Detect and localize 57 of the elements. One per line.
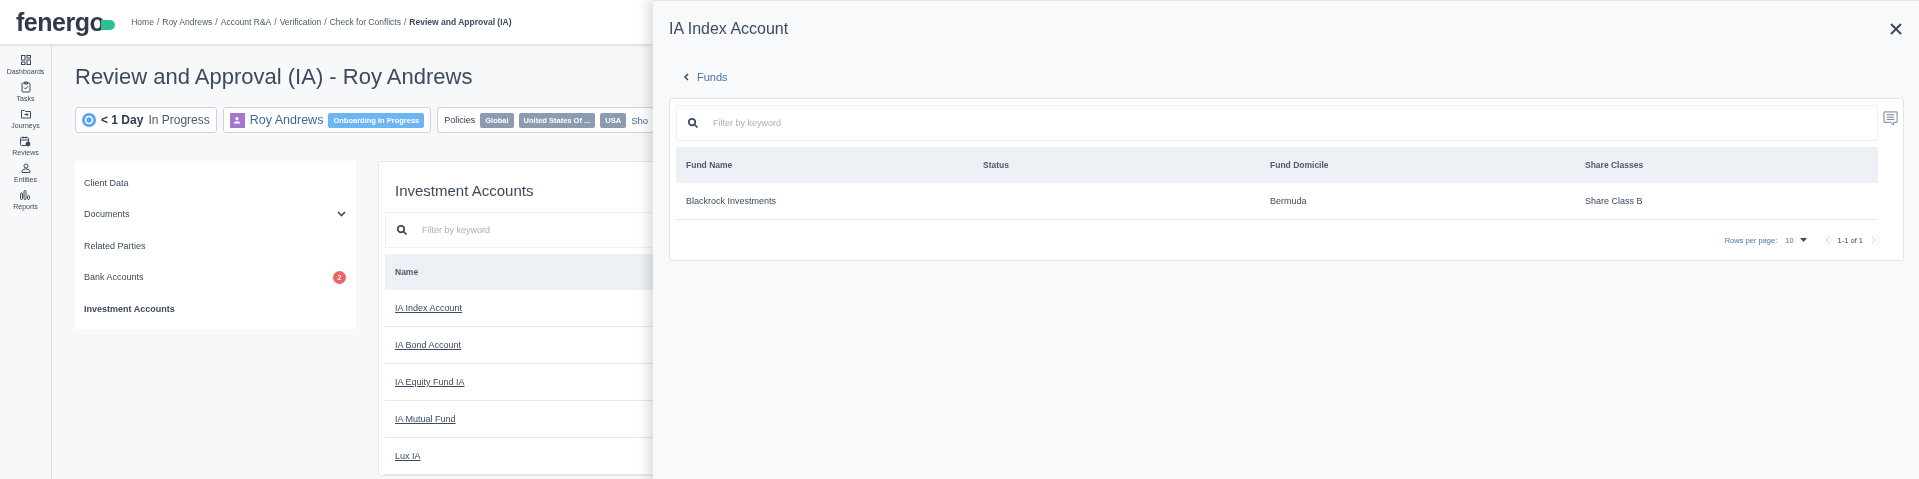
account-link[interactable]: IA Bond Account [395, 340, 462, 350]
account-link[interactable]: IA Index Account [395, 303, 463, 313]
person-icon [19, 162, 32, 174]
breadcrumb-separator: / [403, 17, 407, 27]
menu-item[interactable]: Client Data [75, 167, 356, 199]
breadcrumb-separator: / [274, 17, 277, 27]
account-link[interactable]: IA Equity Fund IA [395, 377, 465, 387]
search-input[interactable]: Filter by keyword [420, 224, 653, 236]
breadcrumb-link[interactable]: Verification [279, 17, 322, 27]
drawer-title: IA Index Account [669, 19, 789, 38]
column-header: Share Classes [1584, 160, 1645, 170]
menu-item[interactable]: Related Parties [75, 230, 356, 262]
column-header: Status [982, 160, 1010, 170]
account-link[interactable]: IA Mutual Fund [395, 414, 456, 424]
status-text: In Progress [148, 113, 210, 127]
column-header: Fund Name [685, 160, 734, 170]
breadcrumb-current: Review and Approval (IA) [409, 17, 512, 27]
calendar-icon [19, 135, 32, 147]
logo[interactable]: fenergo [16, 7, 116, 37]
search-field[interactable]: Filter by keyword [385, 212, 653, 248]
progress-ring-icon [82, 113, 96, 127]
policies-label: Policies [444, 115, 476, 125]
section-title: Funds [697, 71, 728, 83]
back-button[interactable] [683, 73, 689, 81]
bar-chart-icon [19, 189, 32, 201]
table-cell-text: Blackrock Investments [685, 196, 778, 206]
avatar-icon [229, 112, 245, 128]
breadcrumb-link[interactable]: Home [131, 17, 154, 27]
table-cell-text: Share Class B [1584, 196, 1644, 206]
breadcrumb-separator: / [215, 17, 218, 27]
search-icon [396, 224, 408, 236]
menu-item[interactable]: Investment Accounts [75, 293, 356, 325]
clipboard-check-icon [19, 81, 32, 93]
search-field[interactable]: Filter by keyword [676, 105, 1878, 141]
column-header: Name [394, 267, 420, 277]
menu-item[interactable]: Documents [75, 198, 356, 230]
folder-icon [19, 108, 32, 120]
breadcrumb-separator: / [156, 17, 160, 27]
show-more-link[interactable]: Sho [631, 114, 649, 126]
breadcrumb-link[interactable]: Roy Andrews [162, 17, 213, 27]
close-button[interactable] [1890, 22, 1902, 35]
breadcrumb-separator: / [324, 17, 327, 27]
caret-icon [1799, 238, 1807, 242]
card-title: Investment Accounts [394, 181, 535, 201]
previous-page-button[interactable] [1824, 236, 1830, 244]
next-page-button[interactable] [1871, 236, 1876, 244]
account-link[interactable]: Lux IA [395, 451, 421, 461]
search-input[interactable]: Filter by keyword [711, 117, 1877, 129]
column-header: Fund Domicile [1269, 160, 1330, 170]
client-name[interactable]: Roy Andrews [249, 113, 324, 127]
table-cell-text: Bermuda [1269, 196, 1308, 206]
grid-icon [19, 54, 32, 66]
search-icon [687, 117, 699, 129]
duration-text: < 1 Day [101, 113, 144, 127]
breadcrumb-link[interactable]: Account R&A [220, 17, 272, 27]
page-title: Review and Approval (IA) - Roy Andrews [75, 64, 474, 90]
breadcrumb-link[interactable]: Check for Conflicts [329, 17, 401, 27]
